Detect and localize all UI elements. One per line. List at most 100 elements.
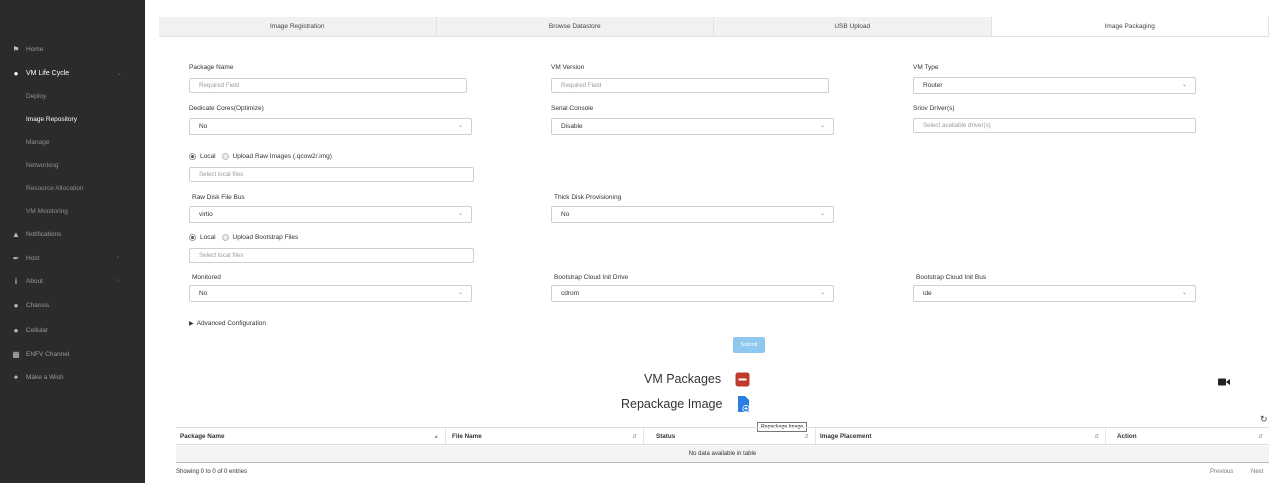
bootstrap-bus-select[interactable]: ide ⌄ xyxy=(913,285,1196,302)
sidebar-item-vm-life-cycle[interactable]: ● VM Life Cycle ⌄ xyxy=(0,63,145,83)
chevron-down-icon: ⌄ xyxy=(1181,290,1187,296)
upload-bootstrap-radio[interactable] xyxy=(221,234,229,241)
bootstrap-drive-label: Bootstrap Cloud Init Drive xyxy=(554,274,629,281)
video-camera-icon[interactable] xyxy=(1218,378,1230,386)
next-page-button[interactable]: Next xyxy=(1251,469,1263,475)
sidebar-item-make-a-wish[interactable]: ✦ Make a Wish xyxy=(0,367,145,387)
chevron-down-icon: ⌄ xyxy=(117,70,123,77)
caret-right-icon: ▶ xyxy=(189,321,194,327)
column-label: Status xyxy=(656,433,676,440)
column-status[interactable]: Status ⇵ xyxy=(652,428,816,445)
sidebar-item-manage[interactable]: Manage xyxy=(0,132,145,152)
sidebar-item-host[interactable]: ✒ Host › xyxy=(0,248,145,268)
thick-disk-select[interactable]: No ⌄ xyxy=(551,206,834,223)
serial-console-value: Disable xyxy=(561,123,583,130)
refresh-icon[interactable]: ↻ xyxy=(1260,414,1268,425)
upload-raw-radio[interactable] xyxy=(221,153,229,160)
sidebar-item-chassis[interactable]: ● Chassis xyxy=(0,295,145,315)
sidebar-item-label: VM Life Cycle xyxy=(26,69,70,77)
sidebar-item-about[interactable]: i About › xyxy=(0,271,145,291)
sriov-input[interactable]: Select available driver(s) xyxy=(913,118,1196,133)
column-image-placement[interactable]: Image Placement ⇵ xyxy=(816,428,1106,445)
serial-console-select[interactable]: Disable ⌄ xyxy=(551,118,834,135)
monitored-label: Monitored xyxy=(192,274,221,281)
sort-icon: ⇵ xyxy=(804,433,809,440)
column-label: Package Name xyxy=(180,433,225,440)
bootstrap-drive-value: cdrom xyxy=(561,290,580,297)
tab-browse-datastore[interactable]: Browse Datastore xyxy=(436,17,714,36)
submit-button[interactable]: Submit xyxy=(733,337,765,353)
monitored-select[interactable]: No ⌄ xyxy=(189,285,472,302)
tab-bar: Image Registration Browse Datastore USB … xyxy=(159,17,1269,37)
select-bootstrap-files-input[interactable]: Select local files xyxy=(189,248,474,263)
packages-table-header: Package Name ▲ File Name ⇵ Status ⇵ Imag… xyxy=(176,427,1269,445)
column-label: Image Placement xyxy=(820,433,872,440)
chevron-down-icon: ⌄ xyxy=(819,123,825,129)
advanced-configuration-label: Advanced Configuration xyxy=(196,320,267,327)
chevron-down-icon: ⌄ xyxy=(457,123,463,129)
sriov-label: Sriov Driver(s) xyxy=(913,105,955,112)
cloud-icon: ● xyxy=(13,325,19,335)
bootstrap-bus-value: ide xyxy=(923,290,932,297)
sidebar-item-deploy[interactable]: Deploy xyxy=(0,86,145,106)
sidebar-item-notifications[interactable]: ▲ Notifications xyxy=(0,224,145,244)
sidebar-item-vm-monitoring[interactable]: VM Monitoring xyxy=(0,201,145,221)
local-radio[interactable] xyxy=(189,153,196,160)
chevron-down-icon: ⌄ xyxy=(457,290,463,296)
local-radio-label: Local xyxy=(200,153,216,160)
wrench-icon: ✒ xyxy=(12,253,20,263)
sidebar-item-label: Resource Allocation xyxy=(26,184,84,192)
sidebar-item-image-repository[interactable]: Image Repository xyxy=(0,109,145,129)
vm-packages-title: VM Packages xyxy=(644,372,722,386)
sort-icon: ⇵ xyxy=(1094,433,1099,440)
vm-type-select[interactable]: Router ⌄ xyxy=(913,77,1196,94)
thick-disk-value: No xyxy=(561,211,570,218)
sidebar: ⚑ Home ● VM Life Cycle ⌄ Deploy Image Re… xyxy=(0,0,145,483)
bell-icon: ▲ xyxy=(12,229,20,239)
advanced-configuration-toggle[interactable]: ▶ Advanced Configuration xyxy=(189,320,266,327)
sidebar-item-cellular[interactable]: ● Cellular xyxy=(0,320,145,340)
dedicate-cores-label: Dedicate Cores(Optimize) xyxy=(189,105,264,112)
raw-disk-bus-select[interactable]: virtio ⌄ xyxy=(189,206,472,223)
chevron-down-icon: ⌄ xyxy=(819,290,825,296)
tab-usb-upload[interactable]: USB Upload xyxy=(714,17,992,36)
column-file-name[interactable]: File Name ⇵ xyxy=(448,428,644,445)
column-action[interactable]: Action ⇵ xyxy=(1113,428,1269,445)
column-label: File Name xyxy=(452,433,482,440)
sidebar-item-networking[interactable]: Networking xyxy=(0,155,145,175)
tab-image-registration[interactable]: Image Registration xyxy=(159,17,437,36)
dedicate-cores-select[interactable]: No ⌄ xyxy=(189,118,472,135)
home-icon: ⚑ xyxy=(12,44,20,54)
package-name-input[interactable]: Required Field xyxy=(189,78,467,93)
building-icon: ▦ xyxy=(12,349,20,359)
upload-bootstrap-radio-label: Upload Bootstrap Files xyxy=(232,234,299,241)
package-name-label: Package Name xyxy=(189,64,234,71)
tab-image-packaging[interactable]: Image Packaging xyxy=(991,17,1269,36)
empty-table-message: No data available in table xyxy=(176,446,1269,463)
sidebar-item-label: VM Monitoring xyxy=(26,207,68,215)
bootstrap-drive-select[interactable]: cdrom ⌄ xyxy=(551,285,834,302)
cloud-icon: ● xyxy=(13,300,19,310)
file-add-icon[interactable] xyxy=(737,396,750,413)
previous-page-button[interactable]: Previous xyxy=(1210,469,1233,475)
sidebar-item-home[interactable]: ⚑ Home xyxy=(0,39,145,59)
minus-icon[interactable] xyxy=(735,372,750,387)
thick-disk-label: Thick Disk Provisioning xyxy=(554,194,622,201)
vm-type-value: Router xyxy=(923,82,943,89)
sidebar-item-label: Make a Wish xyxy=(26,373,64,381)
local-radio-label: Local xyxy=(200,234,216,241)
chevron-down-icon: ⌄ xyxy=(457,211,463,217)
vm-type-label: VM Type xyxy=(913,64,939,71)
sidebar-item-label: Host xyxy=(26,254,40,262)
select-local-files-input[interactable]: Select local files xyxy=(189,167,474,182)
vm-version-input[interactable]: Required Field xyxy=(551,78,829,93)
sidebar-item-enfv-channel[interactable]: ▦ ENFV Channel xyxy=(0,344,145,364)
bootstrap-bus-label: Bootstrap Cloud Init Bus xyxy=(916,274,987,281)
sidebar-item-resource-allocation[interactable]: Resource Allocation xyxy=(0,178,145,198)
sidebar-item-label: Manage xyxy=(26,138,50,146)
local-radio-bootstrap[interactable] xyxy=(189,234,196,241)
column-package-name[interactable]: Package Name ▲ xyxy=(176,428,446,445)
sort-icon: ⇵ xyxy=(632,433,637,440)
upload-raw-radio-label: Upload Raw Images (.qcow2/.img) xyxy=(232,153,332,160)
sidebar-item-label: ENFV Channel xyxy=(26,350,70,358)
